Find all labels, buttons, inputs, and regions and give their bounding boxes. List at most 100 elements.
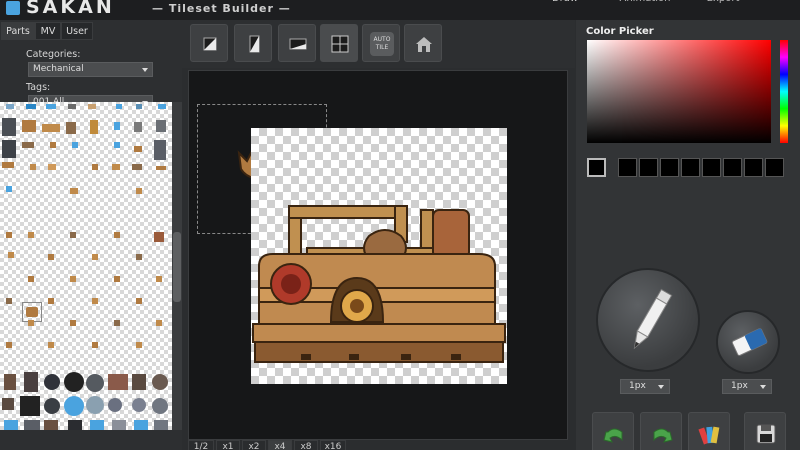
- tile-thumbnail[interactable]: [28, 232, 34, 238]
- tile-thumbnail[interactable]: [116, 104, 122, 109]
- tile-thumbnail[interactable]: [114, 232, 120, 238]
- tile-thumbnail[interactable]: [2, 118, 16, 136]
- tile-canvas[interactable]: [251, 128, 507, 384]
- tile-thumbnail[interactable]: [86, 396, 104, 414]
- tile-thumbnail[interactable]: [70, 320, 76, 326]
- color-swatch[interactable]: [765, 158, 784, 177]
- tile-thumbnail[interactable]: [6, 232, 12, 238]
- tile-thumbnail[interactable]: [92, 164, 98, 170]
- tile-thumbnail[interactable]: [48, 164, 56, 170]
- zoom-x1-button[interactable]: x1: [216, 440, 240, 450]
- tile-thumbnail[interactable]: [90, 120, 98, 134]
- tile-thumbnail[interactable]: [6, 342, 12, 348]
- tile-thumbnail[interactable]: [114, 276, 120, 282]
- tile-thumbnail[interactable]: [134, 146, 142, 152]
- selected-tile[interactable]: [22, 302, 42, 322]
- tile-thumbnail[interactable]: [72, 142, 78, 148]
- tile-thumbnail[interactable]: [70, 188, 78, 194]
- save-button[interactable]: [744, 412, 786, 450]
- tile-thumbnail[interactable]: [4, 374, 16, 390]
- hue-slider[interactable]: [780, 40, 788, 143]
- tile-thumbnail[interactable]: [156, 320, 162, 326]
- tile-thumbnail[interactable]: [88, 104, 96, 109]
- zoom-x2-button[interactable]: x2: [242, 440, 266, 450]
- tile-thumbnail[interactable]: [92, 298, 98, 304]
- categories-select[interactable]: Mechanical: [28, 62, 153, 77]
- tab-draw[interactable]: Draw: [540, 0, 590, 10]
- tile-thumbnail[interactable]: [2, 162, 14, 168]
- tile-thumbnail[interactable]: [64, 372, 84, 392]
- tile-thumbnail[interactable]: [64, 396, 84, 416]
- color-swatch[interactable]: [681, 158, 700, 177]
- tile-thumbnail[interactable]: [154, 140, 166, 160]
- color-swatch[interactable]: [702, 158, 721, 177]
- tile-thumbnail[interactable]: [136, 298, 142, 304]
- tab-export[interactable]: Export: [698, 0, 748, 10]
- tile-thumbnail[interactable]: [50, 142, 56, 148]
- eraser-size-select[interactable]: 1px: [722, 379, 772, 394]
- tile-thumbnail[interactable]: [28, 276, 34, 282]
- tile-thumbnail[interactable]: [158, 104, 166, 109]
- tab-parts[interactable]: Parts: [1, 22, 35, 40]
- tile-thumbnail[interactable]: [86, 374, 104, 392]
- zoom-x16-button[interactable]: x16: [320, 440, 346, 450]
- tile-thumbnail[interactable]: [44, 398, 60, 414]
- pen-tool-button[interactable]: [596, 268, 700, 372]
- zoom-half-button[interactable]: 1/2: [188, 440, 214, 450]
- shape-tall-button[interactable]: [234, 24, 272, 62]
- tile-thumbnail[interactable]: [156, 120, 166, 132]
- tab-animation[interactable]: Animation: [610, 0, 680, 10]
- tile-thumbnail[interactable]: [4, 420, 18, 430]
- color-swatch[interactable]: [660, 158, 679, 177]
- eraser-tool-button[interactable]: [716, 310, 780, 374]
- tile-thumbnail[interactable]: [108, 374, 128, 390]
- color-swatch[interactable]: [744, 158, 763, 177]
- tile-thumbnail[interactable]: [8, 252, 14, 258]
- tile-thumbnail[interactable]: [134, 122, 142, 132]
- tile-thumbnail[interactable]: [132, 398, 146, 412]
- color-swatch[interactable]: [723, 158, 742, 177]
- color-swatch[interactable]: [618, 158, 637, 177]
- tile-thumbnail[interactable]: [2, 398, 14, 410]
- tile-thumbnail[interactable]: [114, 320, 120, 326]
- tile-thumbnail[interactable]: [154, 420, 168, 430]
- tile-thumbnail[interactable]: [6, 186, 12, 192]
- tile-thumbnail[interactable]: [136, 188, 142, 194]
- tile-thumbnail[interactable]: [2, 140, 16, 158]
- tile-thumbnail[interactable]: [70, 276, 76, 282]
- shape-grid-button[interactable]: [320, 24, 358, 62]
- tile-thumbnail[interactable]: [156, 166, 166, 170]
- tile-thumbnail[interactable]: [22, 142, 34, 148]
- tile-thumbnail[interactable]: [90, 420, 104, 430]
- tile-thumbnail[interactable]: [136, 104, 142, 109]
- scrollbar-thumb[interactable]: [173, 232, 181, 302]
- color-swatch[interactable]: [639, 158, 658, 177]
- tile-thumbnail[interactable]: [112, 420, 126, 430]
- tile-thumbnail[interactable]: [108, 398, 122, 412]
- tile-thumbnail[interactable]: [70, 232, 76, 238]
- undo-button[interactable]: [592, 412, 634, 450]
- tile-thumbnail[interactable]: [24, 372, 38, 392]
- shape-small-square-button[interactable]: [190, 24, 228, 62]
- redo-button[interactable]: [640, 412, 682, 450]
- tile-thumbnail[interactable]: [136, 254, 142, 260]
- tile-thumbnail[interactable]: [6, 104, 14, 109]
- zoom-x8-button[interactable]: x8: [294, 440, 318, 450]
- tile-thumbnail[interactable]: [28, 320, 34, 326]
- palette-button[interactable]: [688, 412, 730, 450]
- tile-thumbnail[interactable]: [6, 298, 12, 304]
- palette-scrollbar[interactable]: [172, 102, 182, 430]
- zoom-x4-button[interactable]: x4: [268, 440, 292, 450]
- drawing-canvas-area[interactable]: [188, 70, 568, 440]
- tile-thumbnail[interactable]: [154, 232, 164, 242]
- tile-thumbnail[interactable]: [134, 420, 148, 430]
- tile-thumbnail[interactable]: [42, 124, 60, 132]
- tile-thumbnail[interactable]: [24, 420, 40, 430]
- color-gradient-picker[interactable]: [587, 40, 771, 143]
- current-color-swatch[interactable]: [587, 158, 606, 177]
- tile-thumbnail[interactable]: [136, 342, 142, 348]
- tile-thumbnail[interactable]: [152, 398, 168, 414]
- shape-wide-button[interactable]: [278, 24, 316, 62]
- tile-thumbnail[interactable]: [44, 374, 60, 390]
- tile-thumbnail[interactable]: [156, 276, 162, 282]
